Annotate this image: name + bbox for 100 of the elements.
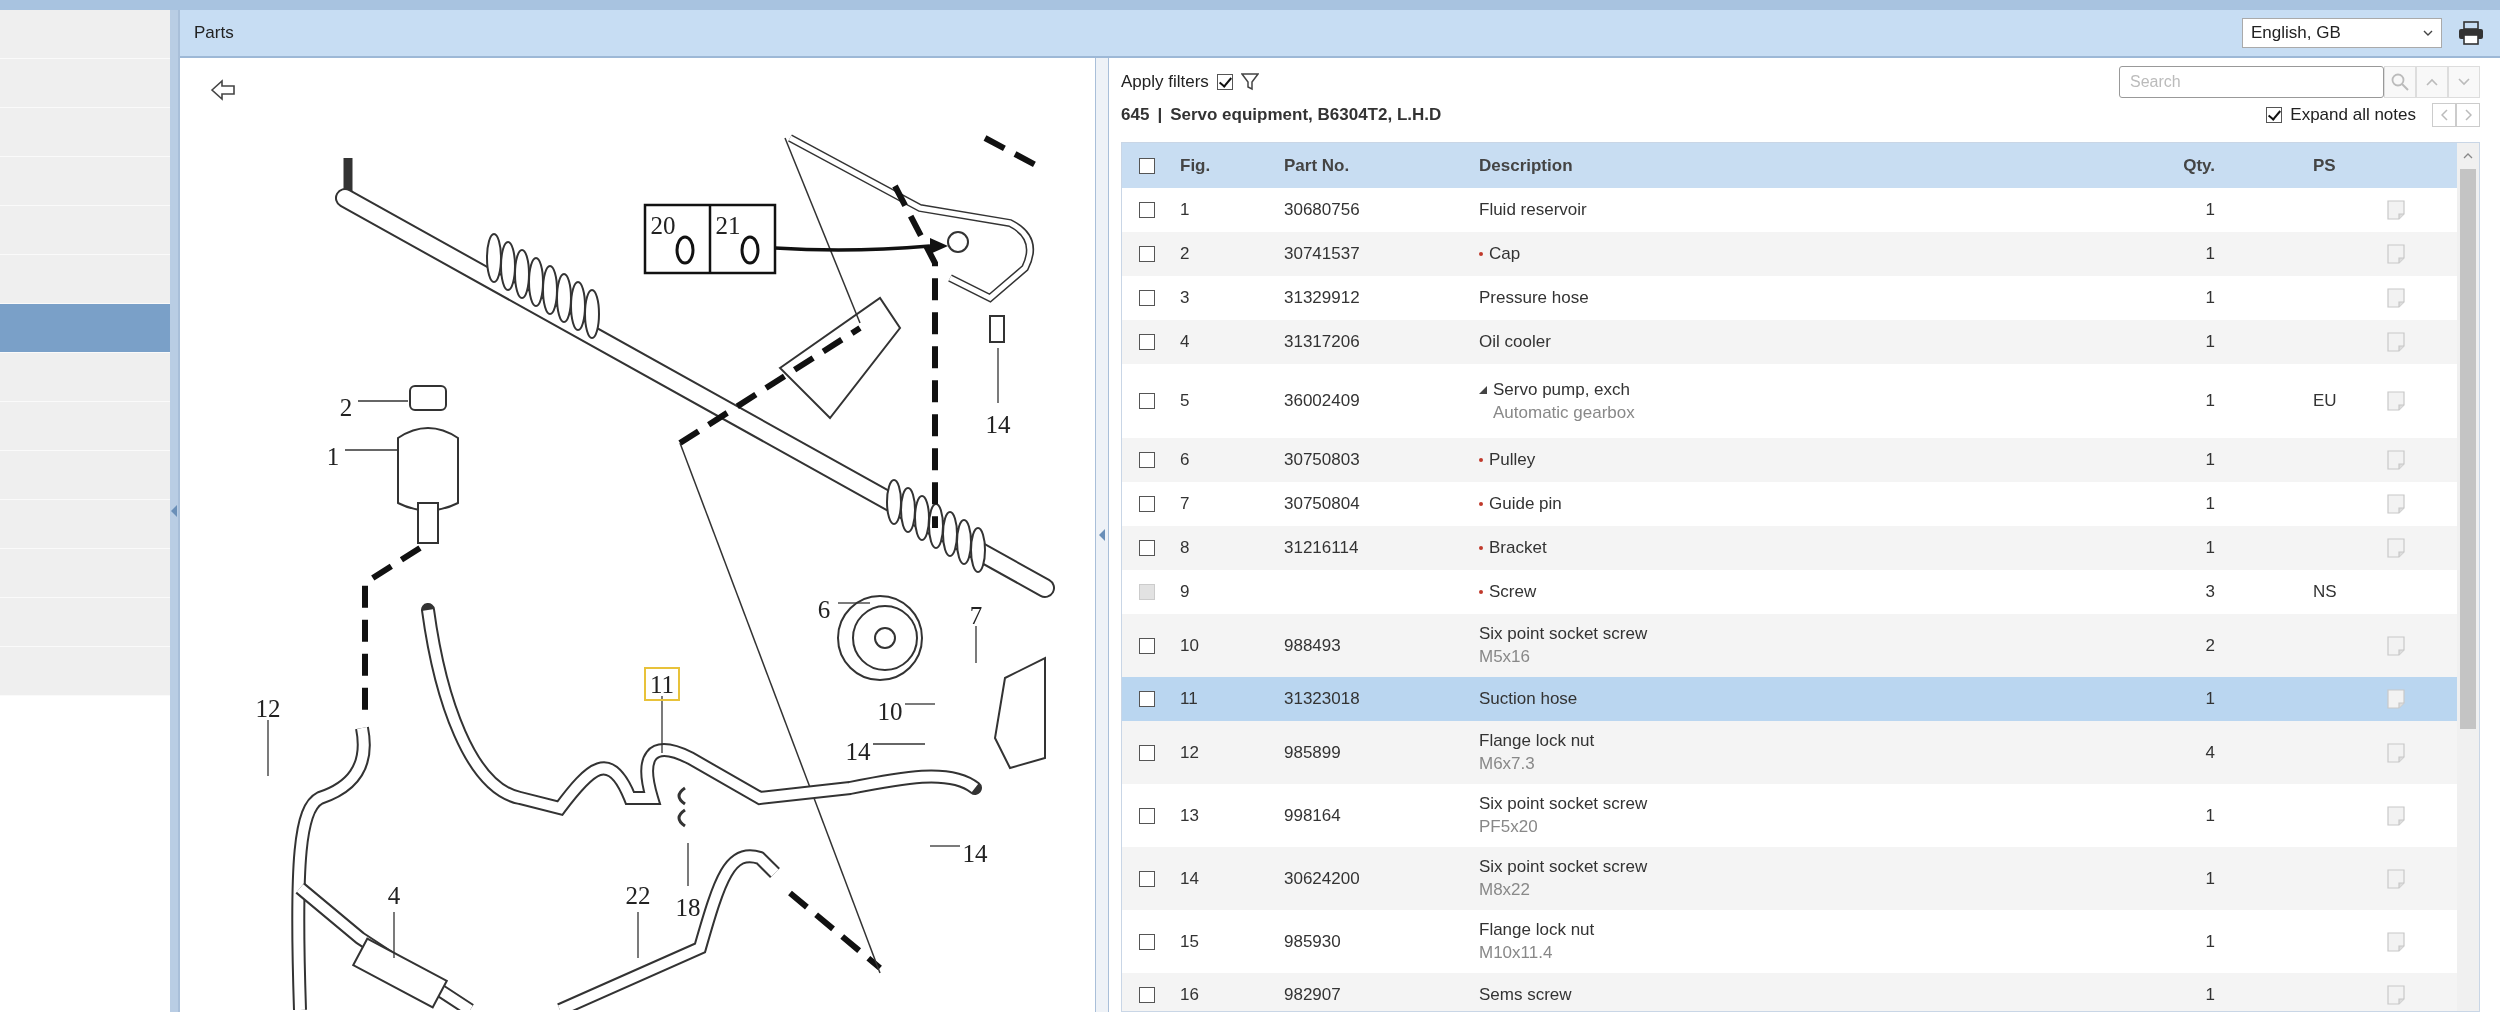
callout-label[interactable]: 18 <box>675 894 701 921</box>
table-row[interactable]: 4 31317206 Oil cooler 1 <box>1122 320 2457 364</box>
apply-filters-checkbox[interactable] <box>1216 74 1233 90</box>
row-checkbox[interactable] <box>1139 870 1155 887</box>
table-row[interactable]: 10 988493 Six point socket screw M5x16 2 <box>1122 614 2457 677</box>
row-checkbox[interactable] <box>1139 540 1155 556</box>
note-icon[interactable] <box>2387 689 2405 709</box>
note-icon[interactable] <box>2387 200 2405 220</box>
callout-label[interactable]: 4 <box>387 882 401 909</box>
column-header[interactable]: Qty. <box>2125 155 2225 176</box>
note-icon[interactable] <box>2387 332 2405 352</box>
table-row[interactable]: 14 30624200 Six point socket screw M8x22 1 <box>1122 847 2457 910</box>
leader-line <box>929 845 961 847</box>
expand-icon[interactable] <box>1479 385 1487 394</box>
table-row[interactable]: 11 31323018 Suction hose 1 <box>1122 677 2457 721</box>
note-icon[interactable] <box>2387 288 2405 308</box>
next-button[interactable] <box>2456 103 2480 127</box>
table-cell-text: M5x16 <box>1479 647 1532 667</box>
note-icon[interactable] <box>2387 985 2405 1005</box>
table-cell: 31317206 <box>1284 332 1360 351</box>
sidebar-item[interactable] <box>0 598 170 647</box>
sidebar-item[interactable] <box>0 206 170 255</box>
filter-icon[interactable] <box>1240 73 1259 91</box>
sidebar-item[interactable] <box>0 255 170 304</box>
search-button[interactable] <box>2384 66 2416 98</box>
column-header[interactable]: Description <box>1479 155 2125 176</box>
scrollbar-thumb[interactable] <box>2460 169 2476 729</box>
callout-label[interactable]: 14 <box>962 840 988 867</box>
row-checkbox[interactable] <box>1139 202 1155 218</box>
table-cell: 9 <box>1180 582 1190 601</box>
note-icon[interactable] <box>2387 742 2405 763</box>
sidebar-item[interactable] <box>0 353 170 402</box>
callout-label[interactable]: 2 <box>339 394 353 421</box>
row-checkbox[interactable] <box>1139 290 1155 306</box>
column-header[interactable]: Part No. <box>1284 155 1479 176</box>
callout-label[interactable]: 11 <box>649 671 675 698</box>
leader-line <box>344 449 399 451</box>
callout-label[interactable]: 21 <box>715 212 741 239</box>
back-arrow-icon[interactable] <box>210 79 235 101</box>
print-icon[interactable] <box>2458 21 2484 45</box>
sidebar-item[interactable] <box>0 157 170 206</box>
row-checkbox[interactable] <box>1139 496 1155 512</box>
expand-notes-checkbox[interactable] <box>2266 107 2283 123</box>
sidebar-item[interactable] <box>0 304 170 353</box>
row-checkbox[interactable] <box>1139 393 1155 409</box>
callout-label[interactable]: 20 <box>650 212 676 239</box>
table-cell: 13 <box>1180 805 1199 825</box>
splitter-handle[interactable] <box>1095 58 1109 1012</box>
previous-match-button[interactable] <box>2416 66 2448 98</box>
row-checkbox[interactable] <box>1139 452 1155 468</box>
note-icon[interactable] <box>2387 538 2405 558</box>
row-checkbox[interactable] <box>1139 933 1155 950</box>
note-icon[interactable] <box>2387 635 2405 656</box>
callout-label[interactable]: 6 <box>817 596 831 623</box>
callout-label[interactable]: 14 <box>985 411 1011 438</box>
sidebar-item[interactable] <box>0 647 170 696</box>
scrollbar[interactable] <box>2457 143 2479 1011</box>
callout-label[interactable]: 14 <box>845 738 871 765</box>
splitter-handle[interactable] <box>170 10 178 1012</box>
callout-label[interactable]: 12 <box>255 695 281 722</box>
table-row[interactable]: 8 31216114 Bracket 1 <box>1122 526 2457 570</box>
note-icon[interactable] <box>2387 244 2405 264</box>
note-icon[interactable] <box>2387 805 2405 826</box>
sidebar-item[interactable] <box>0 451 170 500</box>
note-icon[interactable] <box>2387 391 2405 411</box>
row-checkbox[interactable] <box>1139 637 1155 654</box>
row-checkbox[interactable] <box>1139 807 1155 824</box>
table-cell: 1 <box>2205 494 2215 513</box>
row-checkbox[interactable] <box>1139 334 1155 350</box>
next-match-button[interactable] <box>2448 66 2480 98</box>
previous-button[interactable] <box>2432 103 2456 127</box>
table-row[interactable]: 6 30750803 Pulley 1 <box>1122 438 2457 482</box>
table-cell: NS <box>2313 582 2337 601</box>
callout-label[interactable]: 7 <box>969 602 983 629</box>
table-row[interactable]: 12 985899 Flange lock nut M6x7.3 4 <box>1122 721 2457 784</box>
row-checkbox[interactable] <box>1139 691 1155 707</box>
callout-label[interactable]: 10 <box>877 698 903 725</box>
sidebar-item[interactable] <box>0 500 170 549</box>
table-row[interactable]: 16 982907 Sems screw 1 <box>1122 973 2457 1011</box>
note-icon[interactable] <box>2387 450 2405 470</box>
table-row[interactable]: 2 30741537 Cap 1 <box>1122 232 2457 276</box>
sidebar-item[interactable] <box>0 59 170 108</box>
language-select[interactable]: English, GB <box>2242 18 2442 48</box>
sidebar-item[interactable] <box>0 108 170 157</box>
table-cell: 5 <box>1180 391 1190 410</box>
select-all-checkbox[interactable] <box>1139 157 1155 174</box>
row-checkbox[interactable] <box>1139 987 1155 1003</box>
column-header[interactable]: Fig. <box>1172 155 1284 176</box>
sidebar-item[interactable] <box>0 10 170 59</box>
callout-label[interactable]: 1 <box>326 443 340 470</box>
row-checkbox[interactable] <box>1139 744 1155 761</box>
sidebar-item[interactable] <box>0 549 170 598</box>
search-field[interactable]: Search <box>2119 66 2384 98</box>
note-icon[interactable] <box>2387 868 2405 889</box>
note-icon[interactable] <box>2387 494 2405 514</box>
sidebar-item[interactable] <box>0 402 170 451</box>
column-header[interactable]: PS <box>2225 155 2387 176</box>
note-icon[interactable] <box>2387 931 2405 952</box>
callout-label[interactable]: 22 <box>625 882 651 909</box>
row-checkbox[interactable] <box>1139 246 1155 262</box>
